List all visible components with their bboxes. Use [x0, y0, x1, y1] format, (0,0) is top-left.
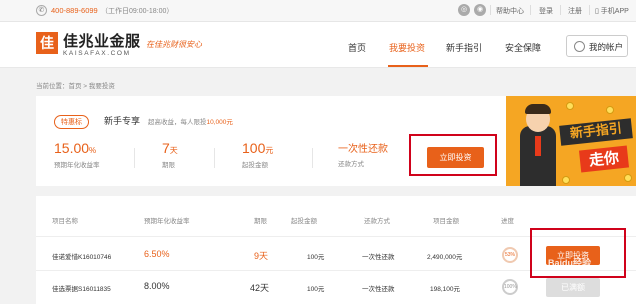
- col-header-repay: 还款方式: [364, 218, 390, 225]
- help-center-link[interactable]: 帮助中心: [496, 6, 524, 16]
- banner-subtitle: 走你: [578, 145, 630, 173]
- stat-term: 7天 期限: [162, 140, 178, 169]
- rate-label: 预期年化收益率: [54, 162, 100, 169]
- divider: [134, 148, 135, 168]
- rate-unit: %: [89, 146, 97, 155]
- cartoon-tie: [535, 136, 541, 156]
- desc-prefix: 超高收益，每人限投: [148, 119, 207, 126]
- nav-home[interactable]: 首页: [348, 41, 366, 54]
- row2-sold-out-button: 已满额: [546, 278, 600, 297]
- stat-minimum: 100元 起投金额: [242, 140, 273, 169]
- slogan: 在佳兆财很安心: [146, 40, 202, 49]
- divider: [312, 148, 313, 168]
- logo-icon[interactable]: 佳: [36, 32, 58, 54]
- row1-rate: 6.50%: [144, 249, 170, 259]
- logo-text[interactable]: 佳兆业金服: [63, 30, 141, 51]
- nav-invest[interactable]: 我要投资: [389, 41, 425, 54]
- phone-icon: ✆: [36, 5, 47, 16]
- row2-repay: 一次性还款: [362, 286, 395, 293]
- mobile-app-link[interactable]: ▯ 手机APP: [595, 6, 629, 16]
- row1-repay: 一次性还款: [362, 254, 395, 261]
- col-header-term: 期限: [254, 218, 267, 225]
- top-bar: ✆ 400-889-6099 （工作日09:00-18:00） ◎ ◉ 帮助中心…: [0, 0, 636, 22]
- term-value: 7: [162, 140, 170, 156]
- row2-progress-ring: 100%: [502, 279, 518, 295]
- col-header-progress: 进度: [501, 218, 514, 225]
- row2-amount: 198,100元: [430, 286, 460, 293]
- logo-domain: KAISAFAX.COM: [63, 50, 131, 57]
- nav-beginner-guide[interactable]: 新手指引: [446, 41, 482, 54]
- col-header-min: 起投金额: [291, 218, 317, 225]
- cartoon-suit: [520, 126, 556, 186]
- active-nav-indicator: [388, 65, 428, 67]
- product-name[interactable]: 新手专享: [104, 114, 140, 127]
- user-icon: [574, 41, 585, 52]
- hotline-number: 400-889-6099: [51, 6, 98, 15]
- row1-name[interactable]: 佳诺爱惜K16010746: [52, 251, 111, 261]
- site-header: 佳 佳兆业金服 KAISAFAX.COM 在佳兆财很安心 首页 我要投资 新手指…: [0, 22, 636, 68]
- special-offer-badge: 特惠标: [54, 115, 89, 129]
- desc-amount: 10,000元: [206, 119, 233, 126]
- divider: [560, 5, 561, 15]
- weibo-icon[interactable]: ◉: [474, 4, 486, 16]
- cartoon-hair: [525, 104, 551, 114]
- row1-amount: 2,490,000元: [427, 254, 463, 261]
- row1-progress-ring: 53%: [502, 247, 518, 263]
- coin-icon: [624, 174, 632, 182]
- mobile-app-label: 手机APP: [600, 8, 629, 15]
- highlight-box: [409, 134, 497, 176]
- repay-value: 一次性还款: [338, 144, 388, 155]
- divider: [214, 148, 215, 168]
- login-link[interactable]: 登录: [539, 6, 553, 16]
- watermark: Baidu经验: [548, 258, 592, 268]
- stat-rate: 15.00% 预期年化收益率: [54, 140, 100, 169]
- beginner-guide-banner[interactable]: 新手指引 走你: [506, 96, 636, 186]
- row2-term: 42天: [250, 283, 270, 293]
- coin-icon: [562, 176, 570, 184]
- register-link[interactable]: 注册: [568, 6, 582, 16]
- col-header-rate: 预期年化收益率: [144, 218, 190, 225]
- col-header-name: 项目名称: [52, 218, 78, 225]
- row1-term: 9天: [254, 251, 269, 261]
- breadcrumb: 当前位置：首页 > 我要投资: [36, 83, 115, 90]
- coin-icon: [566, 102, 574, 110]
- row2-rate: 8.00%: [144, 281, 170, 291]
- my-account-button[interactable]: 我的帐户: [566, 35, 628, 57]
- product-description: 超高收益，每人限投10,000元: [148, 116, 233, 126]
- service-hours: （工作日09:00-18:00）: [101, 8, 174, 15]
- rate-value: 15.00: [54, 140, 90, 156]
- coin-icon: [606, 106, 614, 114]
- divider: [589, 5, 590, 15]
- term-unit: 天: [169, 146, 178, 155]
- col-header-amount: 项目金额: [433, 218, 459, 225]
- nav-security[interactable]: 安全保障: [505, 41, 541, 54]
- min-value: 100: [242, 140, 266, 156]
- repay-label: 还款方式: [338, 161, 364, 168]
- stat-repayment: 一次性还款 还款方式: [338, 140, 388, 168]
- my-account-label: 我的帐户: [589, 42, 624, 52]
- wechat-icon[interactable]: ◎: [458, 4, 470, 16]
- min-label: 起投金额: [242, 162, 268, 169]
- divider: [490, 5, 491, 15]
- row1-min: 100元: [307, 254, 325, 261]
- divider: [530, 5, 531, 15]
- banner-title: 新手指引: [559, 118, 633, 146]
- min-unit: 元: [265, 146, 274, 155]
- term-label: 期限: [162, 162, 175, 169]
- highlight-box: [530, 228, 626, 278]
- row2-min: 100元: [307, 286, 325, 293]
- row2-name[interactable]: 佳选票据S16011835: [52, 283, 111, 293]
